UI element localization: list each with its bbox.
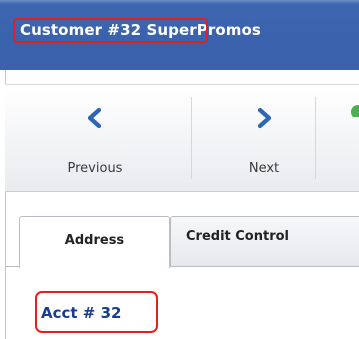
tab-address-label: Address [64, 233, 125, 248]
window-titlebar: Customer #32 SuperPromos [0, 0, 359, 70]
account-number: Acct # 32 [41, 304, 122, 322]
partial-toolbar-icon[interactable] [351, 105, 359, 117]
next-button[interactable]: Next [214, 85, 314, 191]
navigation-toolbar: Previous Next [5, 84, 359, 192]
toolbar-divider [315, 97, 316, 179]
chevron-left-icon [84, 107, 106, 129]
toolbar-divider [191, 97, 192, 179]
window-title: Customer #32 SuperPromos [20, 21, 261, 39]
customer-window: Customer #32 SuperPromos Previous Next A… [0, 0, 359, 339]
chevron-right-icon [253, 107, 275, 129]
previous-button[interactable]: Previous [45, 85, 145, 191]
tab-address[interactable]: Address [19, 216, 170, 268]
tab-credit-control[interactable]: Credit Control [170, 216, 359, 267]
tab-credit-control-label: Credit Control [186, 229, 290, 244]
previous-label: Previous [67, 161, 123, 176]
next-label: Next [248, 161, 280, 176]
tab-bar: Address Credit Control [5, 216, 359, 268]
